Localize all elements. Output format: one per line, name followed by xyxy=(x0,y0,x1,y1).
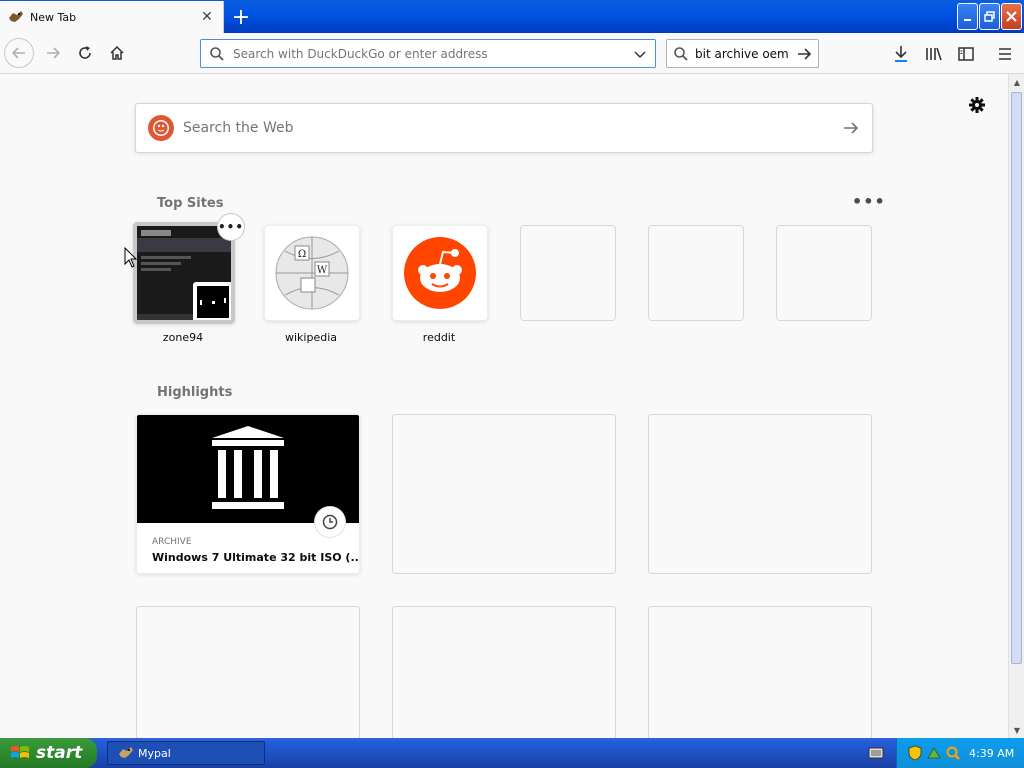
search-icon xyxy=(674,46,688,61)
new-tab-button[interactable]: + xyxy=(228,5,254,30)
top-site-tile-empty[interactable] xyxy=(648,225,744,321)
highlight-card-empty xyxy=(648,606,872,738)
top-site-tile-zone94[interactable] xyxy=(133,222,235,324)
search-bar[interactable]: bit archive oem xyxy=(666,39,819,68)
tab-strip: New Tab ✕ + xyxy=(0,0,1024,33)
back-arrow-icon xyxy=(11,47,25,59)
search-input-value[interactable]: bit archive oem xyxy=(695,47,796,61)
mouse-cursor-icon xyxy=(124,247,138,268)
top-site-tile-wikipedia[interactable]: Ω W xyxy=(264,225,360,321)
tab-new-tab[interactable]: New Tab ✕ xyxy=(0,1,224,33)
security-shield-icon[interactable] xyxy=(907,745,923,761)
search-icon[interactable] xyxy=(945,745,961,761)
new-tab-page: Top Sites ••• ••• zone94 Ω W wikipedia xyxy=(0,74,1008,738)
archive-thumbnail xyxy=(137,415,359,537)
hamburger-menu-icon xyxy=(999,48,1011,60)
taskbar-item-mypal[interactable]: Mypal xyxy=(107,741,265,765)
highlight-card-archive[interactable]: ARCHIVE Windows 7 Ultimate 32 bit ISO (.… xyxy=(136,414,360,574)
svg-text:W: W xyxy=(317,265,328,276)
highlight-card-empty xyxy=(392,606,616,738)
library-button[interactable] xyxy=(923,43,945,65)
clock-icon xyxy=(315,507,345,537)
duckduckgo-icon xyxy=(148,115,174,141)
mypal-icon xyxy=(8,9,24,25)
home-button[interactable] xyxy=(102,39,132,67)
top-site-label: wikipedia xyxy=(284,331,337,344)
top-site-tile-reddit[interactable] xyxy=(392,225,488,321)
customize-button[interactable] xyxy=(966,94,988,116)
mypal-icon xyxy=(119,747,133,758)
window-controls xyxy=(957,3,1022,30)
zone94-favicon xyxy=(193,282,231,320)
highlight-card-empty xyxy=(392,414,616,574)
downloads-button[interactable] xyxy=(890,43,912,65)
scrollbar-thumb[interactable] xyxy=(1011,92,1022,664)
wikipedia-globe-icon: Ω W xyxy=(275,236,349,310)
go-arrow-icon xyxy=(798,47,812,60)
sidebar-icon xyxy=(958,47,974,61)
download-icon xyxy=(895,46,907,62)
address-bar[interactable] xyxy=(200,39,656,68)
reload-button[interactable] xyxy=(70,39,100,67)
web-search-box[interactable] xyxy=(135,103,873,153)
gear-icon xyxy=(969,97,985,113)
search-arrow-icon xyxy=(844,122,859,134)
highlight-title: Windows 7 Ultimate 32 bit ISO (... xyxy=(152,551,359,564)
sidebar-button[interactable] xyxy=(955,43,977,65)
highlight-context: ARCHIVE xyxy=(152,537,192,547)
top-sites-title: Top Sites xyxy=(157,196,224,211)
section-menu-button[interactable]: ••• xyxy=(852,192,886,211)
highlight-card-empty xyxy=(648,414,872,574)
forward-button[interactable] xyxy=(38,39,68,67)
tab-title: New Tab xyxy=(30,10,77,24)
scroll-up-icon[interactable]: ▲ xyxy=(1009,74,1024,90)
chevron-down-icon xyxy=(634,50,646,58)
top-site-label: zone94 xyxy=(162,331,204,344)
vertical-scrollbar[interactable]: ▲ ▼ xyxy=(1008,74,1024,738)
restore-button[interactable] xyxy=(979,3,1000,30)
address-input[interactable] xyxy=(233,46,633,61)
reddit-icon xyxy=(404,237,476,309)
close-window-button[interactable] xyxy=(1001,3,1022,30)
back-button[interactable] xyxy=(4,38,34,68)
reload-icon xyxy=(79,46,91,59)
system-tray: 4:39 AM xyxy=(896,738,1024,768)
home-icon xyxy=(110,45,124,60)
tile-options-button[interactable]: ••• xyxy=(218,214,244,240)
windows-flag-icon xyxy=(11,746,29,758)
highlights-title: Highlights xyxy=(157,385,233,400)
keyboard-icon[interactable] xyxy=(868,746,884,760)
scroll-down-icon[interactable]: ▼ xyxy=(1009,722,1024,738)
internet-archive-icon xyxy=(212,426,284,509)
windows-taskbar: start Mypal 4:39 AM xyxy=(0,738,1024,768)
taskbar-item-label: Mypal xyxy=(138,746,171,760)
clock: 4:39 AM xyxy=(969,746,1015,760)
menu-button[interactable] xyxy=(994,43,1016,65)
top-site-label: reddit xyxy=(422,331,456,344)
top-site-tile-empty[interactable] xyxy=(776,225,872,321)
start-button[interactable]: start xyxy=(0,738,97,768)
library-icon xyxy=(926,47,942,61)
search-icon xyxy=(210,46,224,61)
minimize-button[interactable] xyxy=(957,3,978,30)
highlight-card-empty xyxy=(136,606,360,738)
web-search-input[interactable] xyxy=(183,120,842,136)
top-site-tile-empty[interactable] xyxy=(520,225,616,321)
navigation-toolbar: bit archive oem xyxy=(0,33,1024,74)
network-icon[interactable] xyxy=(926,745,942,761)
start-label: start xyxy=(36,743,83,763)
forward-arrow-icon xyxy=(47,47,61,59)
svg-text:Ω: Ω xyxy=(298,249,306,260)
close-tab-icon[interactable]: ✕ xyxy=(199,9,215,25)
